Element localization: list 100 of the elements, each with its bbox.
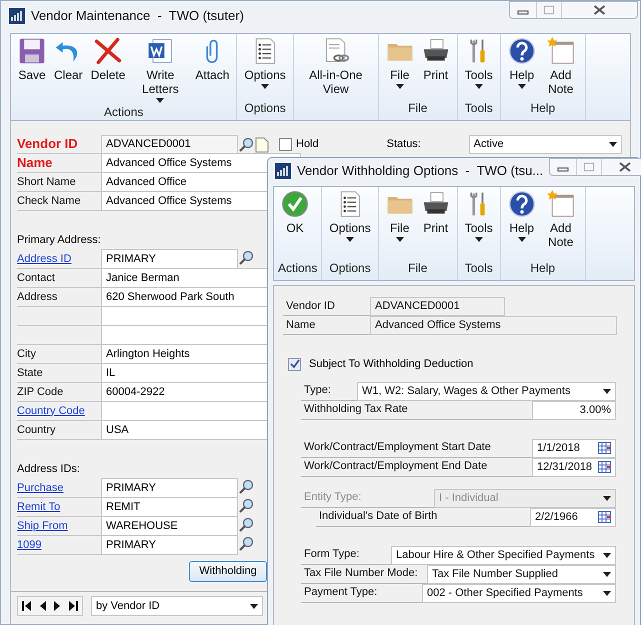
note-icon (546, 37, 575, 65)
ribbon-button[interactable]: Tools (462, 37, 496, 89)
field-link[interactable]: Ship From (17, 518, 68, 534)
dropdown-arrow-icon (603, 590, 611, 596)
field-label: State (17, 366, 43, 381)
ribbon-button[interactable]: Save (15, 37, 49, 82)
field-label: Status: (386, 137, 422, 152)
field-link[interactable]: 1099 (17, 536, 42, 554)
text-field[interactable]: 3.00% (532, 400, 616, 420)
checkbox[interactable] (279, 138, 292, 151)
calendar-icon[interactable] (598, 511, 611, 523)
dropdown-field[interactable]: Tax File Number Supplied (427, 564, 616, 584)
ribbon-group-label: Actions (103, 104, 144, 121)
text-field[interactable]: ADVANCED0001 (370, 297, 505, 316)
ribbon-group-label: Tools (464, 100, 494, 117)
lookup-icon[interactable] (238, 536, 254, 552)
window-title: Vendor Maintenance - TWO (tsuter) (31, 7, 245, 26)
caret-icon (261, 84, 270, 89)
ribbon-button[interactable]: Delete (88, 37, 128, 82)
dropdown-arrow-icon (603, 388, 611, 394)
text-field[interactable]: PRIMARY (101, 249, 238, 269)
checkbox-label: Subject To Withholding Deduction (309, 357, 474, 372)
field-link[interactable]: Country Code (17, 402, 85, 420)
field-label: Entity Type: (304, 490, 362, 506)
checkbox-label: Hold (296, 137, 319, 152)
ribbon-button[interactable]: Add Note (540, 190, 581, 249)
field-label: ZIP Code (17, 384, 64, 400)
ribbon-group-label: File (407, 100, 428, 117)
ribbon-button[interactable]: Help (504, 190, 539, 242)
dropdown-arrow-icon (603, 552, 611, 558)
ribbon-button[interactable]: File (382, 190, 417, 242)
ribbon-button[interactable]: Add Note (540, 37, 581, 96)
field-label: Country (17, 422, 56, 438)
ribbon-button[interactable]: Options (241, 37, 289, 89)
ribbon-group-label: File (407, 260, 428, 277)
field-link[interactable]: Address ID (17, 250, 72, 268)
lookup-icon[interactable] (238, 517, 254, 533)
text-field[interactable]: PRIMARY (101, 535, 238, 555)
field-link[interactable]: Purchase (17, 480, 64, 496)
field-label: Short Name (17, 174, 76, 190)
text-field[interactable]: WAREHOUSE (101, 516, 238, 536)
lookup-icon[interactable] (238, 136, 254, 152)
checkmark-icon (281, 190, 309, 218)
dropdown-arrow-icon (603, 572, 611, 576)
next-record-icon[interactable] (54, 601, 61, 611)
calendar-icon[interactable] (598, 442, 611, 454)
caret-icon (346, 237, 354, 242)
caret-icon (518, 237, 526, 242)
dropdown-field[interactable]: 002 - Other Specified Payments (422, 584, 616, 602)
field-label: Work/Contract/Employment End Date (304, 459, 488, 474)
dropdown-field[interactable]: 1/1/2018 (532, 438, 616, 458)
field-label: Name (17, 154, 52, 172)
field-label: Type: (304, 383, 331, 398)
sort-dropdown[interactable]: by Vendor ID (91, 596, 263, 616)
field-label: Address (17, 290, 58, 305)
dropdown-field[interactable]: Active (468, 135, 622, 154)
checkbox[interactable] (288, 358, 301, 371)
ribbon-button[interactable]: Tools (462, 190, 496, 242)
dropdown-field[interactable]: Labour Hire & Other Specified Payments (391, 546, 616, 564)
ribbon-button[interactable]: Print (418, 37, 453, 82)
section-heading: Primary Address: (17, 233, 101, 248)
text-field[interactable]: PRIMARY (101, 478, 238, 498)
ribbon-button[interactable]: Write Letters (130, 37, 190, 103)
field-label: Check Name (17, 194, 81, 209)
caret-icon (518, 84, 526, 89)
dropdown-field[interactable]: 12/31/2018 (532, 458, 616, 476)
ribbon-button[interactable]: Attach (192, 37, 232, 82)
document-icon (146, 37, 174, 65)
field-label: Withholding Tax Rate (304, 402, 408, 418)
lookup-icon[interactable] (238, 498, 254, 514)
ribbon-button[interactable]: Help (504, 37, 539, 89)
text-field[interactable]: Advanced Office Systems (370, 316, 617, 335)
lookup-icon[interactable] (238, 479, 254, 495)
previous-record-icon[interactable] (39, 601, 46, 611)
withholding-button[interactable]: Withholding (189, 561, 267, 582)
field-label: Contact (17, 270, 55, 286)
app-logo-icon (275, 163, 291, 179)
calendar-icon[interactable] (598, 461, 611, 473)
field-link[interactable]: Remit To (17, 498, 60, 516)
caret-icon (396, 237, 404, 242)
dropdown-field[interactable]: 2/2/1966 (530, 508, 616, 526)
field-label: City (17, 346, 36, 362)
ribbon-button[interactable]: Clear (51, 37, 86, 82)
ribbon-button[interactable]: All-in-One View (298, 37, 374, 96)
text-field[interactable]: ADVANCED0001 (101, 134, 238, 154)
dropdown-field[interactable]: W1, W2: Salary, Wages & Other Payments (357, 382, 616, 400)
field-label: Payment Type: (304, 585, 378, 600)
lookup-icon[interactable] (238, 250, 254, 266)
caret-icon (396, 84, 404, 89)
text-field[interactable]: REMIT (101, 497, 238, 517)
field-label: Work/Contract/Employment Start Date (304, 440, 491, 456)
note-icon[interactable] (255, 136, 269, 152)
field-label: Form Type: (304, 547, 360, 562)
section-heading: Address IDs: (17, 462, 80, 478)
ribbon-button[interactable]: Options (326, 190, 374, 242)
ribbon-button[interactable]: Print (418, 190, 453, 235)
first-record-icon[interactable] (22, 601, 31, 611)
last-record-icon[interactable] (69, 601, 78, 611)
ribbon-button[interactable]: File (382, 37, 417, 89)
dropdown-arrow-icon (250, 604, 258, 608)
